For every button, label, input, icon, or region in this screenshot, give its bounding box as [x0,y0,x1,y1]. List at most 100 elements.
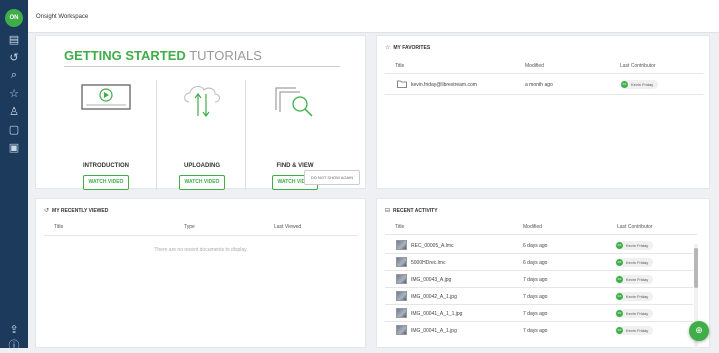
contributor-name: Kevin Friday [626,243,649,248]
favorites-title-text: MY FAVORITES [393,45,431,51]
column-header-last-contributor[interactable]: Last Contributor [617,224,653,230]
column-header-type[interactable]: Type [184,224,195,230]
activity-modified: 7 days ago [523,311,548,317]
column-header-last-contributor[interactable]: Last Contributor [620,63,656,69]
avatar: KF [621,81,628,88]
row-divider [385,304,693,305]
tutorial-uploading: UPLOADING WATCH VIDEO [156,80,246,190]
header-divider [385,73,703,74]
avatar: KF [616,276,623,283]
star-icon[interactable]: ☆ [6,86,22,100]
tutorials-heading: GETTING STARTED TUTORIALS [64,48,262,63]
upload-icon[interactable]: ⇪ [6,322,22,336]
column-header-modified[interactable]: Modified [523,224,542,230]
add-icon[interactable]: ⊕ [689,321,709,341]
header-divider [385,234,697,235]
contributor-badge: KF Kevin Friday [615,241,654,250]
file-thumbnail [396,308,407,318]
scrollbar-thumb[interactable] [694,248,698,288]
column-header-title[interactable]: Title [54,224,63,230]
find-files-icon [275,87,313,117]
watch-video-button[interactable]: WATCH VIDEO [83,175,129,190]
app-logo[interactable]: ON [5,9,23,27]
avatar: KF [616,259,623,266]
contributor-badge: KF Kevin Friday [620,80,659,89]
empty-state-message: There are no recent documents to display… [154,247,248,253]
column-header-title[interactable]: Title [395,224,404,230]
column-header-title[interactable]: Title [395,63,404,69]
contributor-name: Kevin Friday [626,277,649,282]
tutorial-label: UPLOADING [184,163,220,169]
favorites-panel: ☆ MY FAVORITES Title Modified Last Contri… [376,35,710,189]
file-thumbnail [396,240,407,250]
row-divider [385,270,693,271]
tutorial-label: INTRODUCTION [83,163,129,169]
row-divider [385,287,693,288]
workspace-title: Onsight Workspace [36,14,89,20]
activity-modified: 7 days ago [523,277,548,283]
activity-modified: 6 days ago [523,260,548,266]
activity-title[interactable]: IMG_00043_A.jpg [411,277,451,283]
contributor-name: Kevin Friday [626,260,649,265]
history-icon: ↺ [44,207,50,214]
file-thumbnail [396,291,407,301]
recent-activity-title: ⊟ RECENT ACTIVITY [385,207,438,214]
column-header-last-viewed[interactable]: Last Viewed [274,224,301,230]
recently-viewed-title-text: MY RECENTLY VIEWED [52,208,109,214]
search-icon[interactable]: ⌕ [6,68,22,82]
info-icon[interactable]: ⓘ [6,338,22,352]
activity-modified: 7 days ago [523,328,548,334]
avatar: KF [616,327,623,334]
tutorials-panel: GETTING STARTED TUTORIALS INTRODUCTION W… [35,35,366,190]
contributor-badge: KF Kevin Friday [615,275,654,284]
contributor-badge: KF Kevin Friday [615,326,654,335]
clipboard-list-icon[interactable]: ▣ [6,140,22,154]
files-icon[interactable]: ▤ [6,32,22,46]
recent-activity-title-text: RECENT ACTIVITY [393,208,438,214]
recent-activity-panel: ⊟ RECENT ACTIVITY Title Modified Last Con… [376,198,710,349]
tutorial-label: FIND & VIEW [276,163,314,169]
file-thumbnail [396,274,407,284]
file-thumbnail [396,325,407,335]
favorites-title: ☆ MY FAVORITES [385,44,430,51]
tutorials-heading-light: TUTORIALS [189,48,262,63]
folder-icon [397,80,407,88]
tutorial-introduction: INTRODUCTION WATCH VIDEO [61,80,151,190]
video-player-icon [81,84,131,110]
activity-modified: 7 days ago [523,294,548,300]
recently-viewed-panel: ↺ MY RECENTLY VIEWED Title Type Last View… [35,198,366,348]
avatar: KF [616,293,623,300]
row-divider [385,321,693,322]
contributor-name: Kevin Friday [631,82,654,87]
contributor-badge: KF Kevin Friday [615,258,654,267]
activity-title[interactable]: IMG_00041_A_1.jpg [411,328,457,334]
avatar: KF [616,310,623,317]
cloud-transfer-icon [184,85,220,117]
do-not-show-again-button[interactable]: DO NOT SHOW AGAIN [304,170,360,185]
row-divider [385,253,693,254]
column-header-modified[interactable]: Modified [525,63,544,69]
contributor-name: Kevin Friday [626,294,649,299]
activity-title[interactable]: IMG_00042_A_1.jpg [411,294,457,300]
activity-title[interactable]: 5000HDrec.lmc [411,260,445,266]
row-divider [385,94,703,95]
avatar: KF [616,242,623,249]
tutorials-heading-strong: GETTING STARTED [64,48,186,63]
recently-viewed-title: ↺ MY RECENTLY VIEWED [44,207,108,214]
activity-modified: 6 days ago [523,243,548,249]
contributor-name: Kevin Friday [626,328,649,333]
activity-icon: ⊟ [385,207,391,214]
activity-title[interactable]: REC_00005_A.lmc [411,243,454,249]
watch-video-button[interactable]: WATCH VIDEO [179,175,225,190]
history-icon[interactable]: ↺ [6,50,22,64]
favorite-title[interactable]: kevin.friday@librestream.com [411,82,477,88]
tutorials-divider [64,66,340,67]
star-icon: ☆ [385,44,391,51]
sidebar: ON ▤ ↺ ⌕ ☆ ♙ ▢ ▣ ⇪ ⓘ [0,0,28,352]
activity-title[interactable]: IMG_00041_A_1_1.jpg [411,311,462,317]
user-icon[interactable]: ♙ [6,104,22,118]
contributor-badge: KF Kevin Friday [615,309,654,318]
header-divider [44,235,358,236]
clipboard-icon[interactable]: ▢ [6,122,22,136]
contributor-name: Kevin Friday [626,311,649,316]
